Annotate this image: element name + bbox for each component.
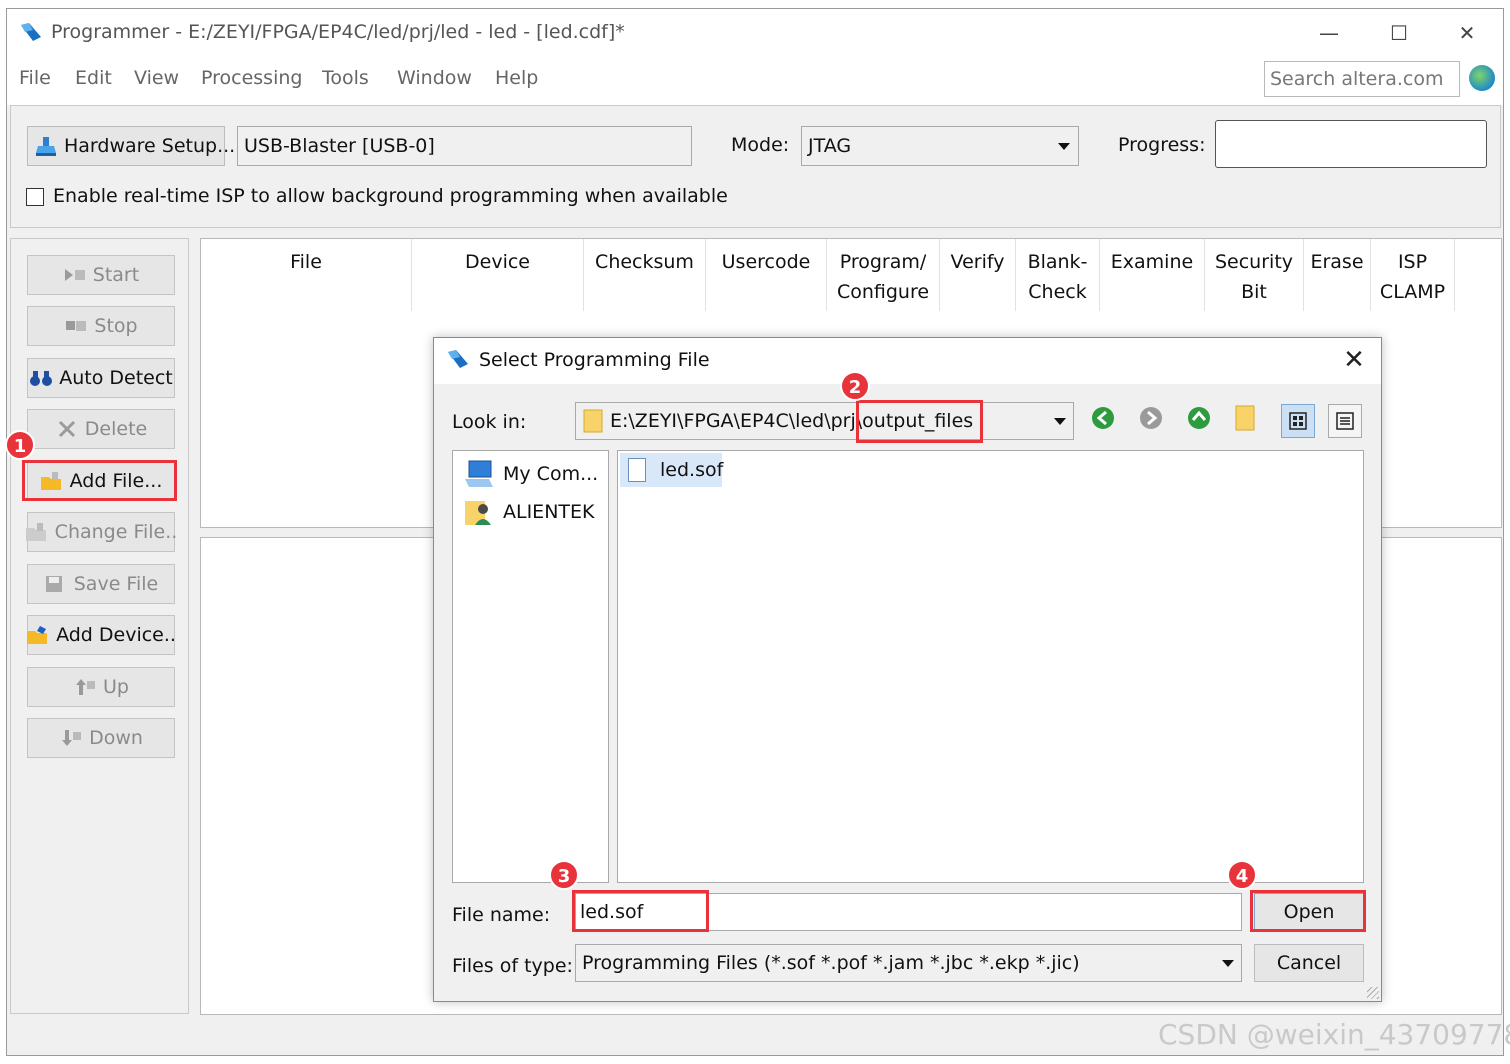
parent-folder-icon[interactable]: [1185, 404, 1213, 432]
binoculars-icon: [30, 371, 53, 386]
delete-button[interactable]: Delete: [27, 409, 175, 449]
start-icon: [64, 269, 85, 281]
column-header-checksum[interactable]: Checksum: [584, 239, 706, 311]
progress-label: Progress:: [1118, 134, 1206, 156]
forward-icon[interactable]: [1137, 404, 1165, 432]
column-header-device[interactable]: Device: [412, 239, 584, 311]
place-alientek[interactable]: ALIENTEK: [463, 497, 594, 527]
save-file-button[interactable]: Save File: [27, 564, 175, 604]
hardware-toolbar: Hardware Setup... USB-Blaster [USB-0] Mo…: [10, 105, 1501, 228]
hardware-setup-label: Hardware Setup...: [64, 135, 236, 157]
list-view-button[interactable]: [1281, 404, 1315, 438]
column-header-program-configure[interactable]: Program/Configure: [827, 239, 940, 311]
quartus-logo-icon: [21, 23, 41, 41]
column-header-erase[interactable]: Erase: [1304, 239, 1371, 311]
file-list: led.sof: [617, 450, 1364, 883]
new-folder-icon[interactable]: [1234, 404, 1258, 432]
computer-icon: [465, 460, 493, 487]
change-file-icon: [25, 523, 46, 541]
globe-icon[interactable]: [1469, 65, 1495, 91]
up-button[interactable]: Up: [27, 667, 175, 707]
annotation-box-file-name: [572, 890, 709, 932]
watermark: CSDN @weixin_43709778: [1158, 1018, 1510, 1051]
maximize-button[interactable]: ☐: [1377, 17, 1421, 49]
files-of-type-value: Programming Files (*.sof *.pof *.jam *.j…: [582, 952, 1080, 974]
isp-checkbox-label: Enable real-time ISP to allow background…: [53, 185, 728, 207]
resize-grip[interactable]: [1367, 987, 1379, 999]
files-of-type-dropdown-arrow-icon[interactable]: [1222, 960, 1234, 967]
annotation-badge-3: 3: [549, 860, 579, 890]
progress-bar: [1215, 120, 1487, 168]
add-device-icon: [27, 626, 48, 644]
stop-button[interactable]: Stop: [27, 306, 175, 346]
annotation-badge-2: 2: [840, 371, 870, 401]
usb-blaster-icon: [36, 137, 56, 156]
menu-processing[interactable]: Processing: [201, 67, 302, 89]
column-header-blank-check[interactable]: Blank- Check: [1016, 239, 1100, 311]
user-folder-icon: [465, 501, 491, 525]
quartus-logo-icon: [448, 350, 468, 368]
stop-icon: [66, 321, 87, 331]
files-of-type-label: Files of type:: [452, 955, 573, 977]
close-button[interactable]: ✕: [1445, 17, 1489, 49]
annotation-badge-4: 4: [1227, 860, 1257, 890]
column-header-verify[interactable]: Verify: [940, 239, 1016, 311]
file-item-led-sof[interactable]: led.sof: [620, 453, 723, 487]
dialog-close-button[interactable]: ✕: [1337, 344, 1371, 376]
back-icon[interactable]: [1089, 404, 1117, 432]
detail-view-button[interactable]: [1328, 404, 1362, 438]
window-title: Programmer - E:/ZEYI/FPGA/EP4C/led/prj/l…: [51, 21, 625, 43]
annotation-box-output-files: [856, 400, 983, 443]
menu-window[interactable]: Window: [397, 67, 472, 89]
mode-select[interactable]: JTAG: [801, 126, 1079, 166]
folder-icon: [583, 409, 603, 433]
look-in-select[interactable]: E:\ZEYI\FPGA\EP4C\led\prj\output_files: [575, 402, 1074, 440]
isp-checkbox[interactable]: [26, 188, 44, 206]
detail-view-icon: [1336, 412, 1354, 430]
annotation-box-open: [1250, 890, 1366, 932]
minimize-button[interactable]: —: [1307, 17, 1351, 49]
delete-x-icon: [58, 420, 75, 438]
column-header-file[interactable]: File: [201, 239, 412, 311]
places-sidebar: My Com... ALIENTEK: [452, 450, 609, 883]
files-of-type-select[interactable]: Programming Files (*.sof *.pof *.jam *.j…: [575, 944, 1242, 982]
file-icon: [628, 458, 646, 482]
mode-label: Mode:: [731, 134, 790, 156]
column-header-usercode[interactable]: Usercode: [706, 239, 827, 311]
auto-detect-button[interactable]: Auto Detect: [27, 358, 175, 398]
column-header-examine[interactable]: Examine: [1100, 239, 1205, 311]
search-input[interactable]: Search altera.com: [1264, 61, 1460, 97]
up-arrow-icon: [76, 679, 96, 695]
mode-dropdown-arrow-icon[interactable]: [1058, 143, 1070, 150]
mode-value: JTAG: [808, 135, 852, 157]
cancel-button[interactable]: Cancel: [1254, 944, 1364, 982]
action-button-panel: Start Stop Auto Detect Delete Add File..…: [10, 238, 189, 1014]
start-button[interactable]: Start: [27, 255, 175, 295]
down-button[interactable]: Down: [27, 718, 175, 758]
menu-edit[interactable]: Edit: [75, 67, 112, 89]
menu-help[interactable]: Help: [495, 67, 538, 89]
annotation-badge-1: 1: [5, 430, 35, 460]
title-bar: Programmer - E:/ZEYI/FPGA/EP4C/led/prj/l…: [7, 9, 1503, 55]
menu-file[interactable]: File: [19, 67, 51, 89]
grid-view-icon: [1289, 412, 1307, 430]
place-my-computer[interactable]: My Com...: [463, 459, 598, 489]
annotation-box-add-file: [22, 460, 177, 501]
look-in-dropdown-arrow-icon[interactable]: [1054, 418, 1066, 425]
save-disk-icon: [45, 576, 62, 592]
column-header-isp-clamp[interactable]: ISP CLAMP: [1371, 239, 1455, 311]
look-in-label: Look in:: [452, 411, 527, 433]
down-arrow-icon: [62, 730, 82, 746]
hardware-field: USB-Blaster [USB-0]: [237, 126, 692, 166]
menu-view[interactable]: View: [134, 67, 179, 89]
hardware-setup-button[interactable]: Hardware Setup...: [27, 126, 235, 166]
dialog-title: Select Programming File: [479, 349, 710, 371]
dialog-title-bar: Select Programming File ✕: [434, 338, 1381, 384]
menu-tools[interactable]: Tools: [322, 67, 369, 89]
add-device-button[interactable]: Add Device..: [27, 615, 176, 655]
change-file-button[interactable]: Change File..: [25, 512, 177, 552]
file-name-label: File name:: [452, 904, 551, 926]
column-header-security-bit[interactable]: Security Bit: [1205, 239, 1304, 311]
